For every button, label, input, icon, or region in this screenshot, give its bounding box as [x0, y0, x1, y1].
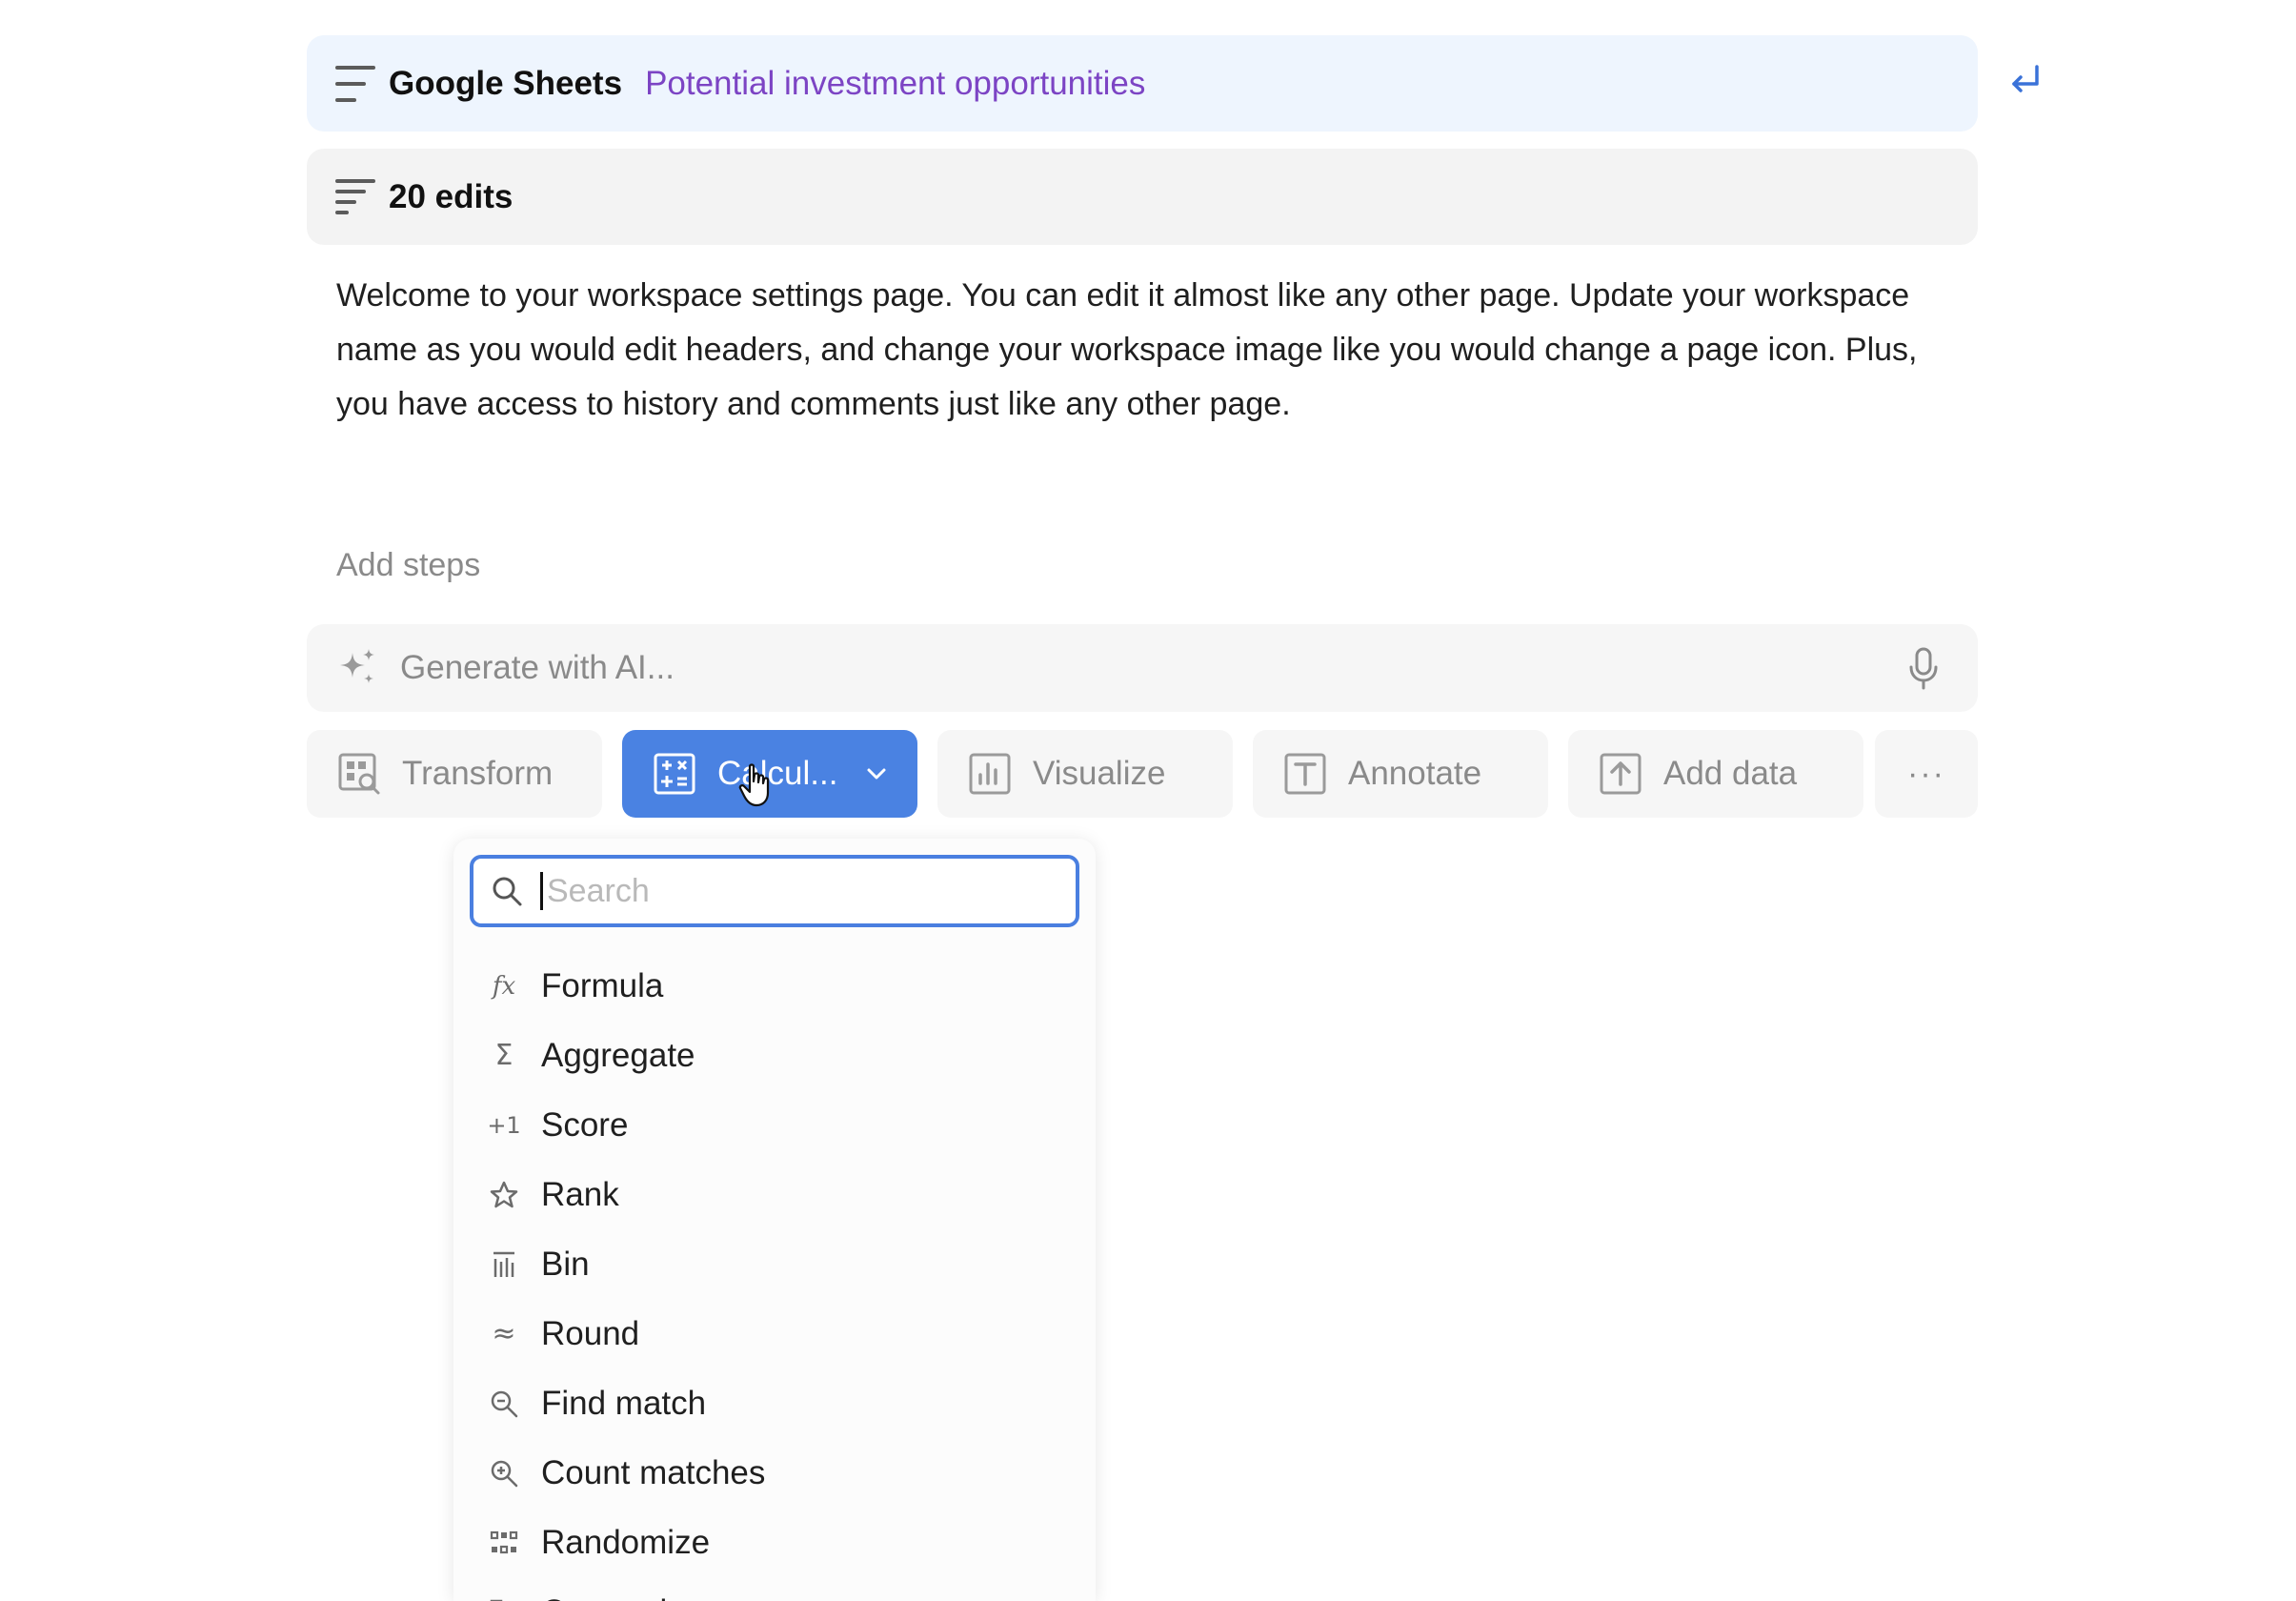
source-bar[interactable]: Google Sheets Potential investment oppor…	[307, 35, 1978, 132]
menu-item-bin[interactable]: Bin	[453, 1229, 1096, 1299]
add-data-label: Add data	[1663, 755, 1798, 792]
microphone-icon[interactable]	[1907, 647, 1940, 691]
transform-button[interactable]: Transform	[307, 730, 602, 818]
menu-item-randomize[interactable]: Randomize	[453, 1508, 1096, 1577]
menu-item-find-match[interactable]: Find match	[453, 1368, 1096, 1438]
list-lines-icon	[335, 178, 375, 215]
source-sheet-name[interactable]: Potential investment opportunities	[645, 65, 1145, 103]
calculate-dropdown-menu: fx Formula Σ Aggregate +1 Score Rank	[453, 839, 1096, 1601]
magnify-plus-icon	[488, 1457, 520, 1490]
dice-grid-icon	[488, 1527, 520, 1559]
text-caret	[540, 872, 543, 910]
annotate-label: Annotate	[1348, 755, 1482, 792]
workflow-page: Google Sheets Potential investment oppor…	[0, 0, 2296, 1601]
approx-icon: ≈	[492, 1317, 516, 1350]
menu-item-label: Randomize	[541, 1523, 711, 1561]
star-icon	[488, 1179, 520, 1211]
bin-columns-icon	[488, 1248, 520, 1281]
function-icon: fx	[492, 971, 516, 1001]
menu-item-categorize[interactable]: Categorize	[453, 1577, 1096, 1601]
upload-icon	[1600, 753, 1641, 795]
menu-item-score[interactable]: +1 Score	[453, 1090, 1096, 1160]
search-icon	[493, 877, 522, 906]
menu-item-label: Bin	[541, 1245, 590, 1283]
bar-chart-icon	[969, 753, 1011, 795]
more-options-button[interactable]: ···	[1875, 730, 1978, 818]
menu-item-rank[interactable]: Rank	[453, 1160, 1096, 1229]
transform-label: Transform	[402, 755, 554, 792]
calculate-label: Calcul...	[717, 755, 838, 792]
add-data-button[interactable]: Add data	[1568, 730, 1863, 818]
menu-item-label: Categorize	[541, 1593, 702, 1601]
categorize-icon	[488, 1596, 520, 1601]
menu-item-count-matches[interactable]: Count matches	[453, 1438, 1096, 1508]
menu-item-label: Find match	[541, 1384, 707, 1422]
menu-item-label: Count matches	[541, 1453, 766, 1491]
visualize-button[interactable]: Visualize	[937, 730, 1233, 818]
source-app-name: Google Sheets	[389, 64, 623, 102]
list-lines-icon	[335, 65, 375, 102]
sigma-icon: Σ	[494, 1039, 514, 1072]
menu-item-label: Aggregate	[541, 1036, 695, 1074]
enter-return-icon[interactable]	[2008, 63, 2043, 101]
transform-icon	[338, 753, 380, 795]
edits-count: 20 edits	[389, 177, 514, 215]
magnify-icon	[488, 1388, 520, 1420]
calculate-options-list: fx Formula Σ Aggregate +1 Score Rank Bin…	[453, 951, 1096, 1601]
annotate-button[interactable]: Annotate	[1253, 730, 1548, 818]
sparkle-icon	[340, 649, 374, 683]
menu-item-label: Formula	[541, 966, 664, 1004]
text-box-icon	[1284, 753, 1326, 795]
plus-one-icon: +1	[487, 1111, 521, 1139]
menu-item-aggregate[interactable]: Σ Aggregate	[453, 1021, 1096, 1090]
dropdown-search-box[interactable]	[470, 855, 1079, 927]
menu-item-label: Rank	[541, 1175, 619, 1213]
menu-item-label: Score	[541, 1105, 629, 1144]
dropdown-search-input[interactable]	[547, 872, 1042, 910]
visualize-label: Visualize	[1033, 755, 1166, 792]
calculator-icon	[654, 753, 695, 795]
menu-item-label: Round	[541, 1314, 640, 1352]
edits-bar[interactable]: 20 edits	[307, 149, 1978, 245]
menu-item-formula[interactable]: fx Formula	[453, 951, 1096, 1021]
add-steps-label: Add steps	[336, 547, 481, 583]
menu-item-round[interactable]: ≈ Round	[453, 1299, 1096, 1368]
chevron-down-icon	[867, 768, 886, 780]
description-text: Welcome to your workspace settings page.…	[336, 277, 1918, 422]
ai-prompt-input[interactable]	[400, 649, 1829, 687]
more-label: ···	[1907, 755, 1945, 792]
ai-generate-bar[interactable]	[307, 624, 1978, 712]
hand-pointer-icon	[738, 763, 770, 807]
